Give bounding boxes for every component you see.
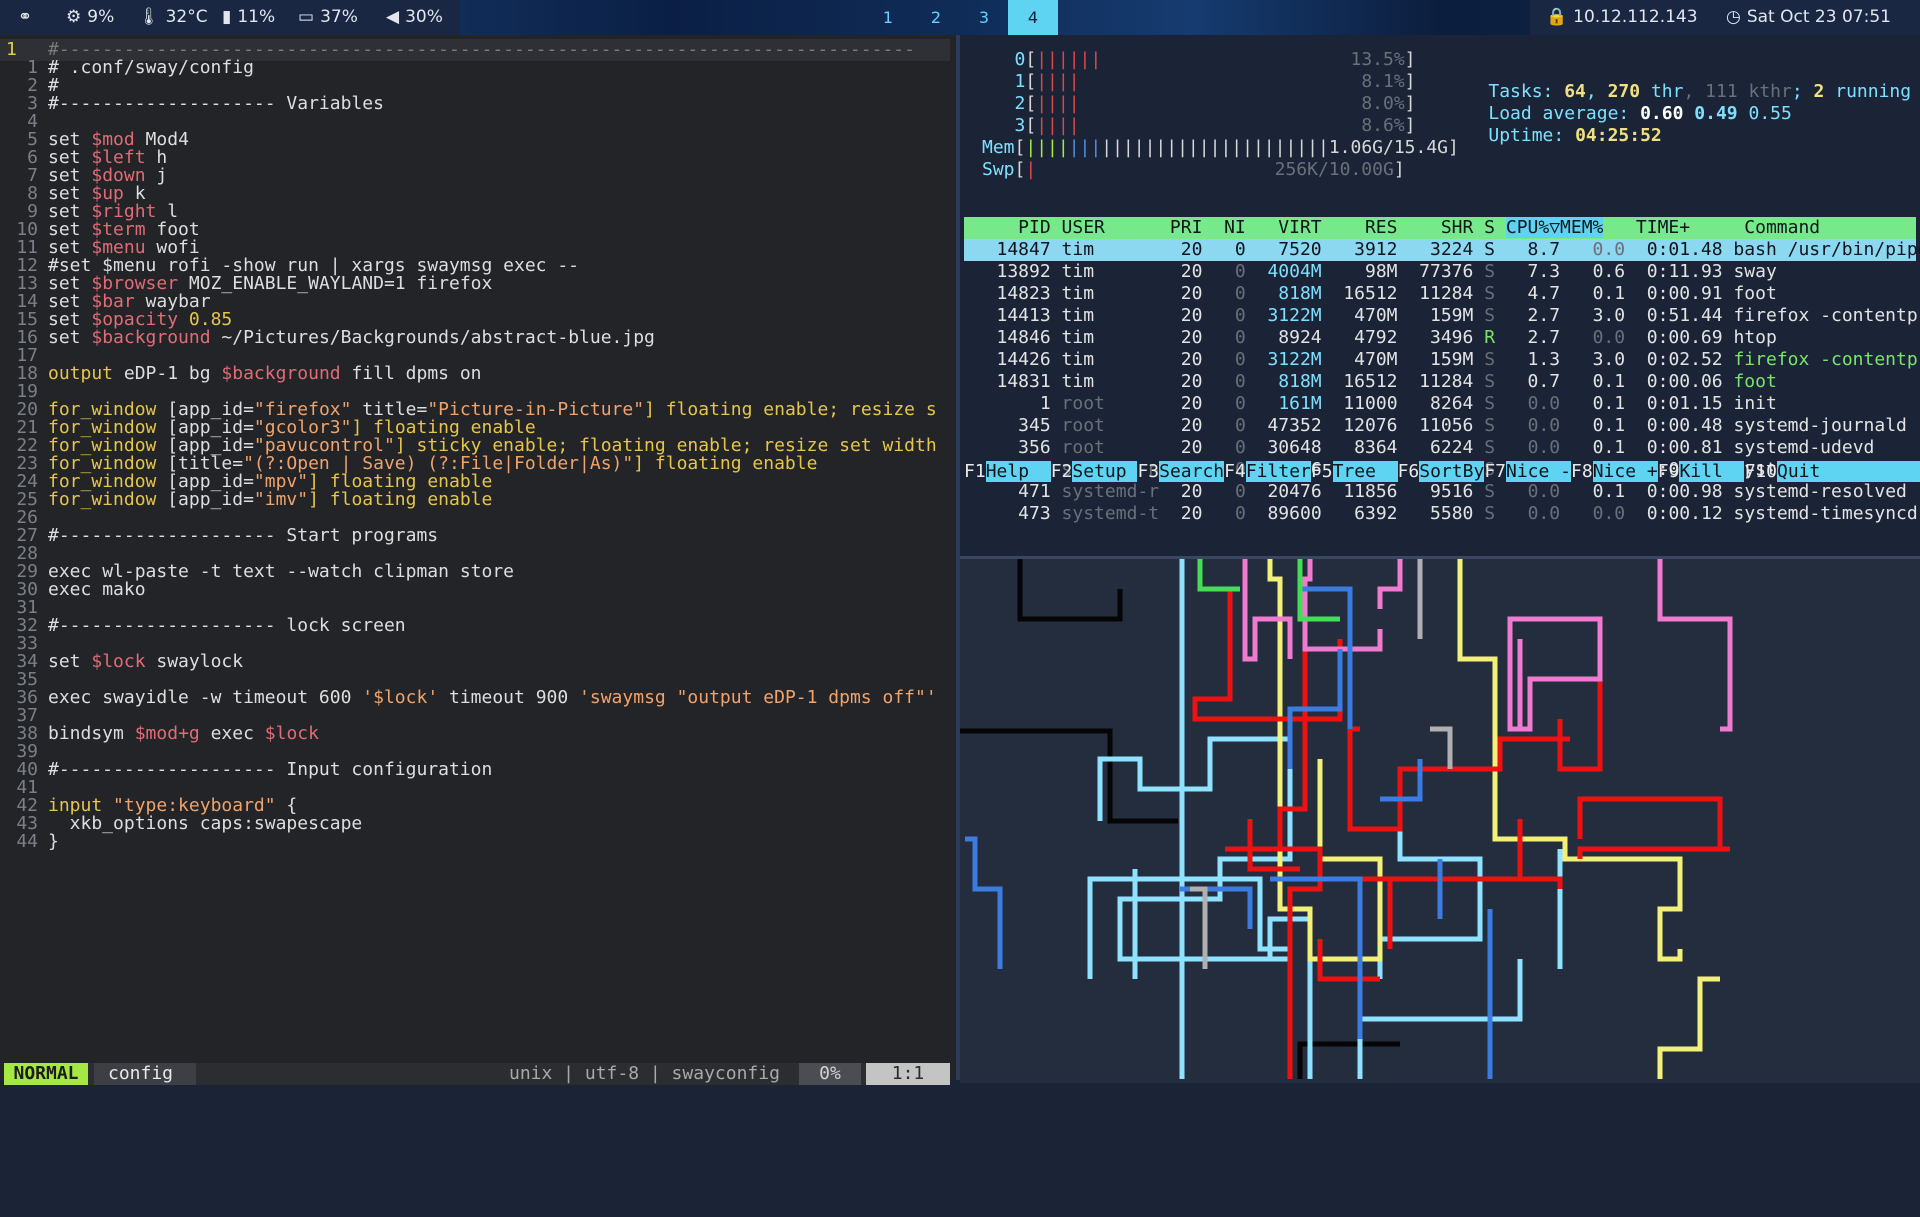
pipe-segment xyxy=(1302,559,1383,652)
pipe-segment xyxy=(1507,616,1603,732)
network-clock: 🔒 10.12.112.143 ◷ Sat Oct 23 07:51 xyxy=(1530,0,1920,35)
pipe-segment xyxy=(960,728,1178,824)
pipe-segment xyxy=(1287,649,1343,769)
vim-statusline: NORMAL config unix | utf-8 | swayconfig … xyxy=(4,1063,950,1085)
process-row[interactable]: 345 root 20 0 47352 12076 11056 S 0.0 0.… xyxy=(964,415,1907,437)
pipe-segment xyxy=(1577,796,1730,852)
pipe-segment xyxy=(1377,819,1483,979)
pipe-segment xyxy=(965,836,1003,969)
mode-indicator: NORMAL xyxy=(4,1063,88,1085)
swap-meter: Swp[| 256K/10.00G] xyxy=(982,159,1405,180)
process-row[interactable]: 14847 tim 20 0 7520 3912 3224 S 8.7 0.0 … xyxy=(964,239,1920,261)
pipe-segment xyxy=(1657,559,1733,732)
fkey-f10[interactable]: F10 xyxy=(1744,461,1777,482)
fkey-f2[interactable]: F2 xyxy=(1051,461,1073,482)
process-row[interactable]: 473 systemd-t 20 0 89600 6392 5580 S 0.0… xyxy=(964,503,1918,525)
pipe-segment xyxy=(1657,976,1720,1079)
pipe-segment xyxy=(1377,559,1403,609)
editor-line[interactable]: 44} xyxy=(0,831,950,853)
process-row[interactable]: 356 root 20 0 30648 8364 6224 S 0.0 0.1 … xyxy=(964,437,1874,459)
fkey-f6[interactable]: F6 xyxy=(1398,461,1420,482)
cpu-meter: 3[|||| 8.6%] xyxy=(982,115,1416,136)
temperature-widget: 🌡 32°C xyxy=(138,0,208,35)
process-row[interactable]: 13892 tim 20 0 4004M 98M 77376 S 7.3 0.6… xyxy=(964,261,1777,283)
fkey-f3[interactable]: F3 xyxy=(1137,461,1159,482)
tasks-line: Tasks: 64, 270 thr, 111 kthr; 2 running xyxy=(1488,81,1912,102)
process-row[interactable]: 1 root 20 0 161M 11000 8264 S 0.0 0.1 0:… xyxy=(964,393,1777,415)
clock-widget: ◷ Sat Oct 23 07:51 xyxy=(1726,0,1891,35)
fkey-label[interactable]: Nice + xyxy=(1592,461,1658,482)
process-table-header[interactable]: PID USER PRI NI VIRT RES SHR S CPU%▽MEM%… xyxy=(964,217,1916,239)
line-text: } xyxy=(48,831,59,852)
workspace-3[interactable]: 3 xyxy=(960,0,1008,35)
fkey-label[interactable]: Kill xyxy=(1679,461,1745,482)
process-row[interactable]: 14846 tim 20 0 8924 4792 3496 R 2.7 0.0 … xyxy=(964,327,1777,349)
vim-editor-pane[interactable]: 1 #--------------------------------------… xyxy=(0,35,960,1085)
disk-icon: ▮ xyxy=(222,7,232,27)
fkey-f8[interactable]: F8 xyxy=(1571,461,1593,482)
workspace-2[interactable]: 2 xyxy=(912,0,960,35)
volume-widget: ◀ 30% xyxy=(386,0,443,35)
disk-widget: ▮ 11% xyxy=(222,0,275,35)
load-average-line: Load average: 0.60 0.49 0.55 xyxy=(1488,103,1792,124)
process-row[interactable]: 14413 tim 20 0 3122M 470M 159M S 2.7 3.0… xyxy=(964,305,1920,327)
fkey-f1[interactable]: F1 xyxy=(964,461,986,482)
fkey-label[interactable]: Nice - xyxy=(1506,461,1572,482)
cpu-widget: ⚙ 9% xyxy=(66,0,114,35)
cpu-meter: 0[|||||| 13.5%] xyxy=(982,49,1416,70)
pipe-segment xyxy=(1347,726,1570,832)
battery-icon: ▭ xyxy=(298,7,315,27)
pipes-pane xyxy=(960,556,1920,1083)
pipe-segment xyxy=(1180,886,1253,929)
uptime-line: Uptime: 04:25:52 xyxy=(1488,125,1662,146)
process-row[interactable]: 14823 tim 20 0 818M 16512 11284 S 4.7 0.… xyxy=(964,283,1777,305)
pipes-animation xyxy=(960,559,1733,1079)
battery-widget: ▭ 37% xyxy=(298,0,358,35)
speaker-icon: ◀ xyxy=(386,7,400,27)
pipe-segment xyxy=(1017,559,1123,622)
htop-pane[interactable]: 0[|||||| 13.5%] 1[|||| 8.1%] 2[|||| 8.0%… xyxy=(960,35,1920,555)
memory-meter: Mem[||||||||||||||||||||||||||||1.06G/15… xyxy=(982,137,1459,158)
pipe-segment xyxy=(1197,559,1240,592)
fkey-f9[interactable]: F9 xyxy=(1658,461,1680,482)
fkey-label[interactable]: Filter xyxy=(1245,461,1311,482)
fkey-label[interactable]: Quit xyxy=(1776,461,1843,482)
fkey-label[interactable]: SortBy xyxy=(1419,461,1485,482)
system-stats: ⚙ 9% 🌡 32°C ▮ 11% ▭ 37% ◀ 30% xyxy=(50,0,460,35)
pipe-segment xyxy=(1430,726,1453,769)
process-row[interactable]: 14831 tim 20 0 818M 16512 11284 S 0.7 0.… xyxy=(964,371,1777,393)
pipe-segment xyxy=(1357,959,1523,1079)
pipe-segment xyxy=(1297,1041,1400,1079)
pipe-segment xyxy=(1557,679,1603,772)
fkey-label[interactable]: Setup xyxy=(1072,461,1138,482)
clock-icon: ◷ xyxy=(1726,7,1741,27)
process-row[interactable]: 471 systemd-r 20 0 20476 11856 9516 S 0.… xyxy=(964,481,1907,503)
fkey-label[interactable]: Search xyxy=(1159,461,1225,482)
cursor-position: 1:1 xyxy=(866,1063,950,1085)
glasses-icon: ⚭ xyxy=(0,0,50,35)
process-row[interactable]: 14426 tim 20 0 3122M 470M 159M S 1.3 3.0… xyxy=(964,349,1920,371)
fkey-f4[interactable]: F4 xyxy=(1224,461,1246,482)
filename: config xyxy=(94,1063,196,1085)
file-info: unix | utf-8 | swayconfig xyxy=(509,1063,780,1084)
line-number: 44 xyxy=(16,831,38,852)
thermometer-icon: 🌡 xyxy=(138,7,160,27)
cpu-meter: 2[|||| 8.0%] xyxy=(982,93,1416,114)
workspace-4[interactable]: 4 xyxy=(1008,0,1058,35)
ip-widget: 🔒 10.12.112.143 xyxy=(1546,0,1698,35)
lock-icon: 🔒 xyxy=(1546,7,1568,27)
function-key-bar[interactable]: F1Help F2Setup F3SearchF4FilterF5Tree F6… xyxy=(964,461,1920,483)
scroll-percent: 0% xyxy=(799,1063,861,1085)
fkey-f5[interactable]: F5 xyxy=(1311,461,1333,482)
top-status-bar: ⚭ ⚙ 9% 🌡 32°C ▮ 11% ▭ 37% ◀ 30% 1 2 3 4 🔒 10.1… xyxy=(0,0,1920,35)
workspace-1[interactable]: 1 xyxy=(864,0,912,35)
fkey-label[interactable]: Tree xyxy=(1332,461,1398,482)
fkey-bar-filler xyxy=(1842,461,1920,482)
gear-icon: ⚙ xyxy=(66,7,82,27)
cpu-meter: 1[|||| 8.1%] xyxy=(982,71,1416,92)
fkey-f7[interactable]: F7 xyxy=(1484,461,1506,482)
fkey-label[interactable]: Help xyxy=(985,461,1051,482)
pipe-segment xyxy=(1192,589,1343,722)
